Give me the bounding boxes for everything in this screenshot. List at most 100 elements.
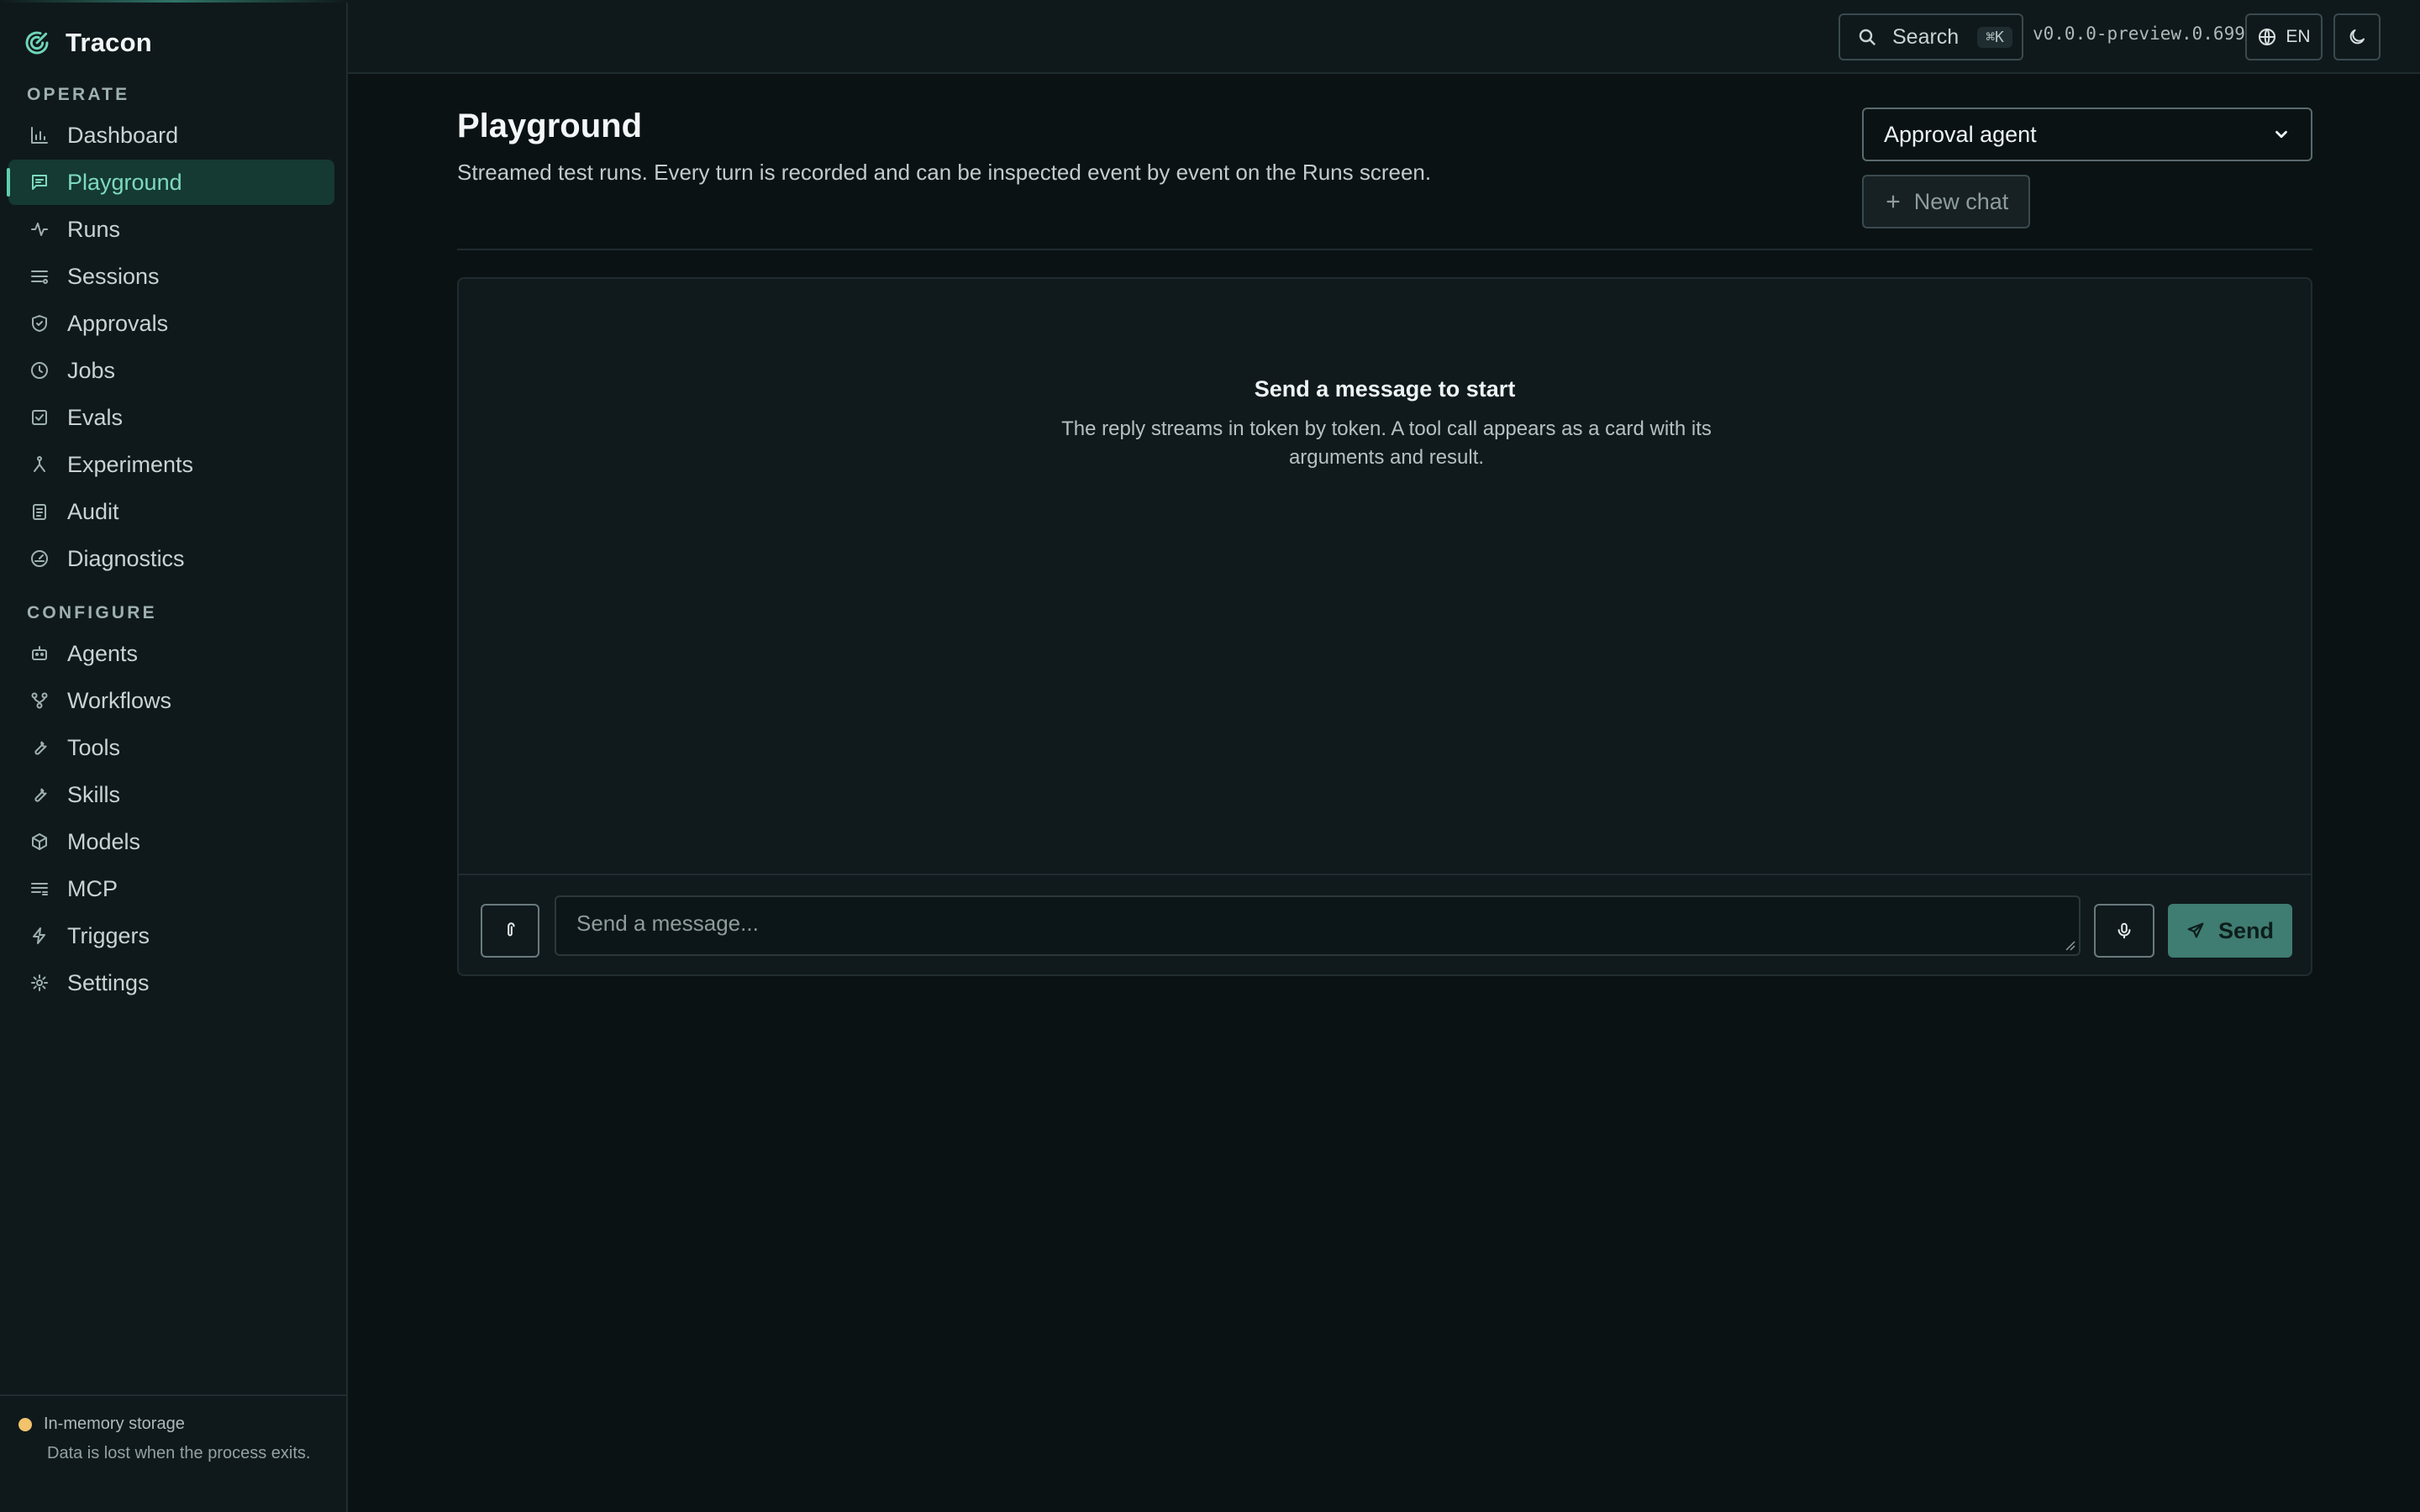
- page-subtitle: Streamed test runs. Every turn is record…: [457, 160, 1432, 185]
- sidebar-item-approvals[interactable]: Approvals: [8, 301, 334, 346]
- clock-icon: [29, 360, 50, 381]
- app-name: Tracon: [66, 28, 152, 57]
- cube-icon: [29, 831, 50, 853]
- section-label-configure: CONFIGURE: [27, 603, 157, 622]
- language-button[interactable]: EN: [2245, 13, 2323, 60]
- sidebar-item-runs[interactable]: Runs: [8, 207, 334, 252]
- sidebar-item-label: Agents: [67, 640, 139, 666]
- new-chat-label: New chat: [1913, 188, 2009, 214]
- sidebar-item-label: Experiments: [67, 451, 194, 477]
- server-list-icon: [29, 878, 50, 900]
- sidebar-item-label: Settings: [67, 969, 150, 995]
- sidebar-item-playground[interactable]: Playground: [7, 160, 334, 205]
- sidebar-item-dashboard[interactable]: Dashboard: [8, 113, 334, 158]
- globe-icon: [2259, 29, 2276, 45]
- sidebar-item-label: Tools: [67, 734, 121, 760]
- language-label: EN: [2286, 27, 2311, 46]
- version-label: v0.0.0-preview.0.699: [2033, 24, 2245, 44]
- message-composer: Send a message... Send: [459, 874, 2311, 976]
- sidebar-item-label: Diagnostics: [67, 545, 185, 571]
- brand[interactable]: Tracon: [24, 25, 152, 60]
- attach-button[interactable]: [481, 904, 539, 958]
- sidebar-item-label: Jobs: [67, 357, 116, 383]
- microphone-button[interactable]: [2094, 904, 2154, 958]
- message-input[interactable]: Send a message...: [555, 895, 2081, 956]
- gauge-icon: [29, 548, 50, 570]
- sidebar-item-agents[interactable]: Agents: [8, 631, 334, 676]
- app-root: Tracon OPERATE Dashboard Playground Runs…: [0, 0, 2420, 1512]
- plus-icon: [1886, 195, 1900, 208]
- sidebar-item-label: Models: [67, 828, 141, 854]
- sidebar-item-label: Evals: [67, 404, 124, 430]
- bot-icon: [29, 643, 50, 664]
- storage-status-dot: [18, 1417, 32, 1431]
- sidebar-item-label: Playground: [67, 169, 182, 195]
- moon-icon: [2349, 29, 2365, 45]
- storage-notice: In-memory storage Data is lost when the …: [0, 1394, 346, 1512]
- tracon-logo-icon: [25, 31, 49, 55]
- wrench-icon: [29, 737, 50, 759]
- search-shortcut: ⌘K: [1977, 26, 2012, 48]
- sidebar-item-label: Dashboard: [67, 122, 179, 148]
- activity-icon: [29, 218, 50, 240]
- agent-select[interactable]: Approval agent: [1862, 108, 2312, 161]
- send-label: Send: [2217, 917, 2274, 943]
- paperclip-icon: [508, 922, 515, 937]
- page-title: Playground: [457, 108, 643, 144]
- storage-description: Data is lost when the process exits.: [47, 1444, 311, 1462]
- nav-configure: Agents Workflows Tools Skills Models MCP: [8, 631, 334, 1007]
- sidebar-item-audit[interactable]: Audit: [8, 489, 334, 534]
- sidebar-item-label: Audit: [67, 498, 119, 524]
- wrench-icon: [29, 784, 50, 806]
- clipboard-icon: [29, 501, 50, 522]
- sidebar-item-label: Triggers: [67, 922, 150, 948]
- sidebar-item-label: Workflows: [67, 687, 172, 713]
- chat-panel: Send a message to start The reply stream…: [457, 277, 2312, 976]
- send-button[interactable]: Send: [2168, 904, 2292, 958]
- sidebar-item-jobs[interactable]: Jobs: [8, 348, 334, 393]
- chevron-down-icon: [2275, 130, 2287, 139]
- new-chat-button[interactable]: New chat: [1862, 175, 2030, 228]
- send-icon: [2187, 922, 2204, 938]
- topbar: Search ⌘K v0.0.0-preview.0.699 EN: [348, 0, 2420, 74]
- search-button[interactable]: Search ⌘K: [1839, 13, 2023, 60]
- sidebar-item-workflows[interactable]: Workflows: [8, 678, 334, 723]
- bar-chart-icon: [29, 124, 50, 146]
- header-divider: [457, 249, 2312, 250]
- search-label: Search: [1892, 24, 1960, 49]
- nav-operate: Dashboard Playground Runs Sessions Appro…: [7, 113, 334, 583]
- sidebar: Tracon OPERATE Dashboard Playground Runs…: [0, 0, 348, 1512]
- gear-icon: [29, 972, 50, 994]
- storage-title: In-memory storage: [44, 1415, 185, 1433]
- sidebar-item-mcp[interactable]: MCP: [8, 866, 334, 911]
- section-label-operate: OPERATE: [27, 85, 130, 104]
- theme-toggle-button[interactable]: [2333, 13, 2381, 60]
- resize-grip-icon[interactable]: [2064, 939, 2075, 951]
- check-square-icon: [29, 407, 50, 428]
- sidebar-item-experiments[interactable]: Experiments: [8, 442, 334, 487]
- sidebar-item-settings[interactable]: Settings: [8, 960, 334, 1005]
- shield-check-icon: [29, 312, 50, 334]
- sidebar-item-models[interactable]: Models: [8, 819, 334, 864]
- sidebar-item-label: Approvals: [67, 310, 169, 336]
- branch-icon: [29, 454, 50, 475]
- empty-state-description: The reply streams in token by token. A t…: [1061, 417, 1712, 469]
- search-icon: [1859, 29, 1876, 45]
- sidebar-item-diagnostics[interactable]: Diagnostics: [8, 536, 334, 581]
- sidebar-item-label: MCP: [67, 875, 118, 901]
- sidebar-item-label: Runs: [67, 216, 121, 242]
- sidebar-item-triggers[interactable]: Triggers: [8, 913, 334, 958]
- empty-state-title: Send a message to start: [1254, 376, 1516, 402]
- workflow-icon: [29, 690, 50, 711]
- sidebar-item-label: Skills: [67, 781, 121, 807]
- microphone-icon: [2118, 922, 2131, 939]
- sidebar-item-evals[interactable]: Evals: [8, 395, 334, 440]
- agent-select-value: Approval agent: [1884, 121, 2037, 147]
- chat-icon: [29, 171, 50, 193]
- sidebar-item-tools[interactable]: Tools: [8, 725, 334, 770]
- zap-icon: [29, 925, 50, 947]
- sidebar-item-skills[interactable]: Skills: [8, 772, 334, 817]
- sidebar-item-sessions[interactable]: Sessions: [8, 254, 334, 299]
- sidebar-item-label: Sessions: [67, 263, 160, 289]
- list-icon: [29, 265, 50, 287]
